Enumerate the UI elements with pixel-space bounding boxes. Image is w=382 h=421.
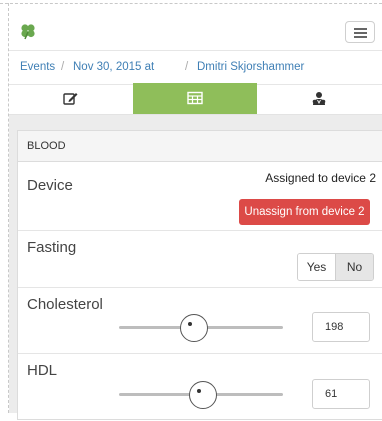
blood-panel: BLOOD Device Assigned to device 2 Unassi… [17, 130, 382, 420]
device-assigned-status: Assigned to device 2 [265, 171, 376, 185]
fasting-yes-button[interactable]: Yes [298, 254, 336, 280]
breadcrumb-patient-link[interactable]: Dmitri Skjorshammer [197, 51, 304, 84]
cholesterol-row: Cholesterol [18, 287, 382, 354]
breadcrumb-event-date-link[interactable]: Nov 30, 2015 at [73, 51, 154, 84]
fasting-no-button[interactable]: No [336, 254, 373, 280]
app-window: Events / Nov 30, 2015 at / Dmitri Skjors… [9, 4, 382, 420]
users-icon [312, 92, 326, 105]
device-label: Device [27, 177, 73, 194]
content-area: BLOOD Device Assigned to device 2 Unassi… [9, 115, 382, 420]
hamburger-menu-button[interactable] [345, 21, 375, 43]
hamburger-line-icon [354, 36, 367, 38]
breadcrumb: Events / Nov 30, 2015 at / Dmitri Skjors… [9, 50, 382, 85]
panel-heading: BLOOD [18, 131, 382, 162]
table-icon [187, 91, 203, 105]
fasting-label: Fasting [27, 239, 77, 256]
view-tabs [9, 83, 382, 115]
breadcrumb-separator: / [185, 61, 189, 73]
cholesterol-slider-thumb[interactable] [180, 314, 209, 342]
breadcrumb-events-link[interactable]: Events [20, 51, 55, 84]
hdl-row: HDL [18, 353, 382, 421]
fasting-toggle: Yes No [297, 253, 374, 281]
top-navbar [9, 4, 382, 50]
fasting-row: Fasting Yes No [18, 230, 382, 288]
hamburger-line-icon [354, 28, 367, 30]
hdl-slider-thumb[interactable] [188, 381, 217, 409]
breadcrumb-separator: / [61, 61, 65, 73]
edit-icon [63, 93, 78, 105]
unassign-device-button[interactable]: Unassign from device 2 [239, 199, 370, 225]
clover-logo-icon[interactable] [19, 22, 37, 40]
cholesterol-label: Cholesterol [27, 296, 103, 313]
tab-users[interactable] [257, 83, 382, 114]
hamburger-line-icon [354, 32, 367, 34]
hdl-label: HDL [27, 362, 58, 379]
tab-edit[interactable] [9, 83, 133, 114]
cholesterol-value-input[interactable] [312, 312, 370, 342]
tab-table[interactable] [133, 83, 257, 114]
device-row: Device Assigned to device 2 Unassign fro… [18, 161, 382, 231]
hdl-value-input[interactable] [312, 379, 370, 409]
